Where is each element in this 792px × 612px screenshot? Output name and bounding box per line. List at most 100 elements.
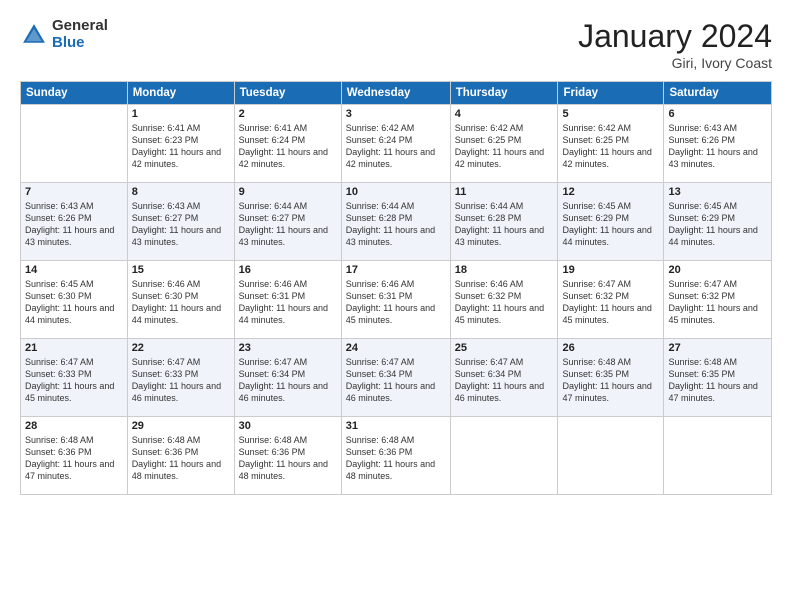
logo-general-text: General bbox=[52, 18, 108, 35]
day-info: Sunrise: 6:48 AMSunset: 6:36 PMDaylight:… bbox=[25, 434, 123, 483]
calendar-cell: 3 Sunrise: 6:42 AMSunset: 6:24 PMDaylight… bbox=[341, 105, 450, 183]
calendar-header-row: SundayMondayTuesdayWednesdayThursdayFrid… bbox=[21, 82, 772, 105]
day-number: 3 bbox=[346, 108, 446, 120]
day-info: Sunrise: 6:46 AMSunset: 6:30 PMDaylight:… bbox=[132, 278, 230, 327]
calendar-cell: 11 Sunrise: 6:44 AMSunset: 6:28 PMDayligh… bbox=[450, 183, 558, 261]
day-number: 31 bbox=[346, 420, 446, 432]
day-number: 6 bbox=[668, 108, 767, 120]
day-info: Sunrise: 6:41 AMSunset: 6:24 PMDaylight:… bbox=[239, 122, 337, 171]
calendar-cell: 26Sunrise: 6:48 AMSunset: 6:35 PMDayligh… bbox=[558, 339, 664, 417]
day-number: 17 bbox=[346, 264, 446, 276]
day-number: 20 bbox=[668, 264, 767, 276]
day-number: 30 bbox=[239, 420, 337, 432]
calendar-cell: 25Sunrise: 6:47 AMSunset: 6:34 PMDayligh… bbox=[450, 339, 558, 417]
day-number: 22 bbox=[132, 342, 230, 354]
calendar-week-row: 14 Sunrise: 6:45 AMSunset: 6:30 PMDayligh… bbox=[21, 261, 772, 339]
day-number: 14 bbox=[25, 264, 123, 276]
day-number: 23 bbox=[239, 342, 337, 354]
logo: General Blue bbox=[20, 18, 108, 51]
calendar-cell: 14 Sunrise: 6:45 AMSunset: 6:30 PMDayligh… bbox=[21, 261, 128, 339]
day-info: Sunrise: 6:47 AMSunset: 6:34 PMDaylight:… bbox=[346, 356, 446, 405]
day-info: Sunrise: 6:45 AMSunset: 6:29 PMDaylight:… bbox=[668, 200, 767, 249]
day-number: 29 bbox=[132, 420, 230, 432]
day-info: Sunrise: 6:48 AMSunset: 6:36 PMDaylight:… bbox=[132, 434, 230, 483]
day-number: 13 bbox=[668, 186, 767, 198]
calendar-cell bbox=[450, 417, 558, 495]
title-block: January 2024 Giri, Ivory Coast bbox=[578, 18, 772, 71]
day-info: Sunrise: 6:48 AMSunset: 6:35 PMDaylight:… bbox=[562, 356, 659, 405]
day-info: Sunrise: 6:47 AMSunset: 6:32 PMDaylight:… bbox=[562, 278, 659, 327]
day-info: Sunrise: 6:45 AMSunset: 6:30 PMDaylight:… bbox=[25, 278, 123, 327]
logo-text: General Blue bbox=[52, 18, 108, 51]
page: General Blue January 2024 Giri, Ivory Co… bbox=[0, 0, 792, 612]
day-number: 11 bbox=[455, 186, 554, 198]
day-header-friday: Friday bbox=[558, 82, 664, 105]
day-number: 19 bbox=[562, 264, 659, 276]
day-number: 10 bbox=[346, 186, 446, 198]
calendar-cell: 9Sunrise: 6:44 AMSunset: 6:27 PMDaylight… bbox=[234, 183, 341, 261]
day-info: Sunrise: 6:43 AMSunset: 6:26 PMDaylight:… bbox=[25, 200, 123, 249]
calendar-cell: 2 Sunrise: 6:41 AMSunset: 6:24 PMDaylight… bbox=[234, 105, 341, 183]
day-info: Sunrise: 6:42 AMSunset: 6:25 PMDaylight:… bbox=[455, 122, 554, 171]
calendar-cell: 29 Sunrise: 6:48 AMSunset: 6:36 PMDayligh… bbox=[127, 417, 234, 495]
day-number: 8 bbox=[132, 186, 230, 198]
logo-blue-text: Blue bbox=[52, 35, 108, 52]
day-header-sunday: Sunday bbox=[21, 82, 128, 105]
day-info: Sunrise: 6:47 AMSunset: 6:34 PMDaylight:… bbox=[455, 356, 554, 405]
day-number: 2 bbox=[239, 108, 337, 120]
calendar-cell: 7 Sunrise: 6:43 AMSunset: 6:26 PMDaylight… bbox=[21, 183, 128, 261]
calendar-cell: 22 Sunrise: 6:47 AMSunset: 6:33 PMDayligh… bbox=[127, 339, 234, 417]
day-number: 12 bbox=[562, 186, 659, 198]
day-number: 4 bbox=[455, 108, 554, 120]
day-number: 28 bbox=[25, 420, 123, 432]
day-header-monday: Monday bbox=[127, 82, 234, 105]
day-number: 9 bbox=[239, 186, 337, 198]
day-number: 1 bbox=[132, 108, 230, 120]
day-info: Sunrise: 6:48 AMSunset: 6:35 PMDaylight:… bbox=[668, 356, 767, 405]
calendar-cell: 23Sunrise: 6:47 AMSunset: 6:34 PMDayligh… bbox=[234, 339, 341, 417]
day-number: 15 bbox=[132, 264, 230, 276]
calendar-cell: 12 Sunrise: 6:45 AMSunset: 6:29 PMDayligh… bbox=[558, 183, 664, 261]
day-header-tuesday: Tuesday bbox=[234, 82, 341, 105]
calendar-cell: 28 Sunrise: 6:48 AMSunset: 6:36 PMDayligh… bbox=[21, 417, 128, 495]
day-number: 7 bbox=[25, 186, 123, 198]
day-info: Sunrise: 6:46 AMSunset: 6:31 PMDaylight:… bbox=[239, 278, 337, 327]
calendar-cell: 17 Sunrise: 6:46 AMSunset: 6:31 PMDayligh… bbox=[341, 261, 450, 339]
day-number: 18 bbox=[455, 264, 554, 276]
day-info: Sunrise: 6:43 AMSunset: 6:27 PMDaylight:… bbox=[132, 200, 230, 249]
day-header-wednesday: Wednesday bbox=[341, 82, 450, 105]
calendar-week-row: 28 Sunrise: 6:48 AMSunset: 6:36 PMDayligh… bbox=[21, 417, 772, 495]
calendar-cell: 20Sunrise: 6:47 AMSunset: 6:32 PMDayligh… bbox=[664, 261, 772, 339]
day-number: 21 bbox=[25, 342, 123, 354]
day-info: Sunrise: 6:48 AMSunset: 6:36 PMDaylight:… bbox=[239, 434, 337, 483]
calendar-cell: 19 Sunrise: 6:47 AMSunset: 6:32 PMDayligh… bbox=[558, 261, 664, 339]
header: General Blue January 2024 Giri, Ivory Co… bbox=[20, 18, 772, 71]
calendar-cell: 16Sunrise: 6:46 AMSunset: 6:31 PMDayligh… bbox=[234, 261, 341, 339]
day-info: Sunrise: 6:46 AMSunset: 6:31 PMDaylight:… bbox=[346, 278, 446, 327]
calendar-cell: 8 Sunrise: 6:43 AMSunset: 6:27 PMDaylight… bbox=[127, 183, 234, 261]
day-info: Sunrise: 6:45 AMSunset: 6:29 PMDaylight:… bbox=[562, 200, 659, 249]
location-title: Giri, Ivory Coast bbox=[578, 55, 772, 71]
calendar-cell: 31 Sunrise: 6:48 AMSunset: 6:36 PMDayligh… bbox=[341, 417, 450, 495]
calendar-cell bbox=[21, 105, 128, 183]
calendar-cell: 18 Sunrise: 6:46 AMSunset: 6:32 PMDayligh… bbox=[450, 261, 558, 339]
calendar-cell: 27Sunrise: 6:48 AMSunset: 6:35 PMDayligh… bbox=[664, 339, 772, 417]
day-info: Sunrise: 6:44 AMSunset: 6:28 PMDaylight:… bbox=[455, 200, 554, 249]
day-info: Sunrise: 6:47 AMSunset: 6:33 PMDaylight:… bbox=[25, 356, 123, 405]
calendar-cell: 5Sunrise: 6:42 AMSunset: 6:25 PMDaylight… bbox=[558, 105, 664, 183]
calendar-week-row: 7 Sunrise: 6:43 AMSunset: 6:26 PMDaylight… bbox=[21, 183, 772, 261]
day-info: Sunrise: 6:46 AMSunset: 6:32 PMDaylight:… bbox=[455, 278, 554, 327]
day-info: Sunrise: 6:42 AMSunset: 6:24 PMDaylight:… bbox=[346, 122, 446, 171]
calendar-cell: 15 Sunrise: 6:46 AMSunset: 6:30 PMDayligh… bbox=[127, 261, 234, 339]
day-number: 24 bbox=[346, 342, 446, 354]
calendar-cell bbox=[664, 417, 772, 495]
day-info: Sunrise: 6:48 AMSunset: 6:36 PMDaylight:… bbox=[346, 434, 446, 483]
logo-icon bbox=[20, 21, 48, 49]
calendar-cell: 30 Sunrise: 6:48 AMSunset: 6:36 PMDayligh… bbox=[234, 417, 341, 495]
day-header-thursday: Thursday bbox=[450, 82, 558, 105]
calendar-cell bbox=[558, 417, 664, 495]
calendar-cell: 6Sunrise: 6:43 AMSunset: 6:26 PMDaylight… bbox=[664, 105, 772, 183]
day-info: Sunrise: 6:47 AMSunset: 6:33 PMDaylight:… bbox=[132, 356, 230, 405]
calendar-cell: 13 Sunrise: 6:45 AMSunset: 6:29 PMDayligh… bbox=[664, 183, 772, 261]
day-info: Sunrise: 6:42 AMSunset: 6:25 PMDaylight:… bbox=[562, 122, 659, 171]
